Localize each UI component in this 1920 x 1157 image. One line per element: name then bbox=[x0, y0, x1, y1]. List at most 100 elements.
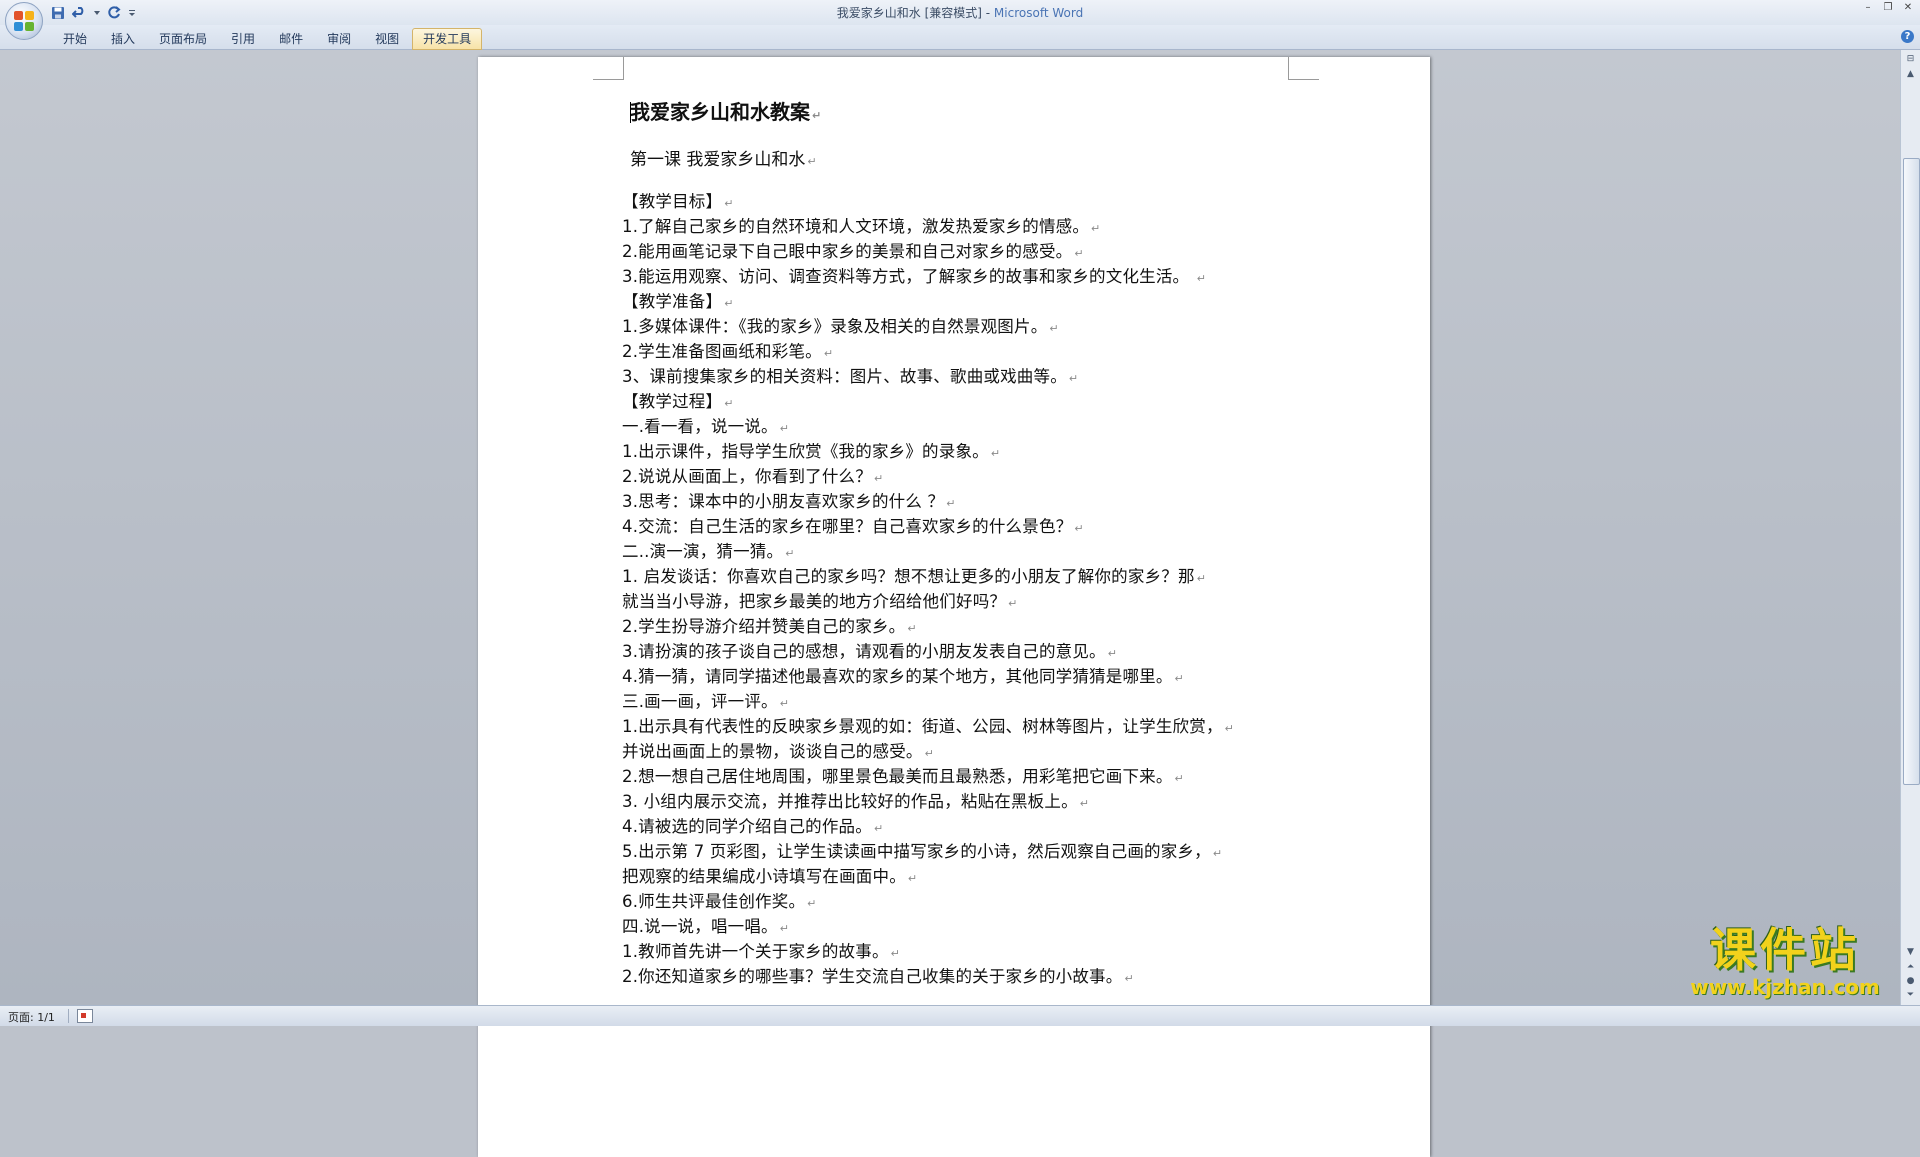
scroll-up-icon[interactable]: ▲ bbox=[1904, 68, 1917, 81]
document-line: 三.画一画，评一评。 ↵ bbox=[622, 692, 790, 711]
paragraph-mark: ↵ bbox=[1174, 672, 1184, 685]
paragraph-mark: ↵ bbox=[873, 822, 884, 835]
paragraph-mark: ↵ bbox=[779, 422, 790, 435]
document-line: 1.教师首先讲一个关于家乡的故事。 ↵ bbox=[622, 942, 901, 961]
document-line: 2.学生扮导游介绍并赞美自己的家乡。 ↵ bbox=[622, 617, 917, 636]
paragraph-mark: ↵ bbox=[1124, 972, 1134, 985]
paragraph-mark: ↵ bbox=[812, 109, 822, 122]
document-line: 【教学准备】 ↵ bbox=[622, 292, 734, 311]
paragraph-mark: ↵ bbox=[1091, 222, 1101, 235]
paragraph-mark: ↵ bbox=[724, 197, 734, 210]
document-line: 4.猜一猜，请同学描述他最喜欢的家乡的某个地方，其他同学猜猜是哪里。 ↵ bbox=[622, 667, 1184, 686]
text-cursor bbox=[630, 102, 631, 123]
status-bar: 页面: 1/1 bbox=[0, 1005, 1920, 1026]
crop-mark-top-right bbox=[1288, 57, 1319, 80]
paragraph-mark: ↵ bbox=[1196, 572, 1207, 585]
document-line: 四.说一说，唱一唱。 ↵ bbox=[622, 917, 790, 936]
office-button[interactable] bbox=[5, 2, 43, 40]
document-line: 2.你还知道家乡的哪些事？学生交流自己收集的关于家乡的小故事。 ↵ bbox=[622, 967, 1134, 986]
document-line: 1.了解自己家乡的自然环境和人文环境，激发热爱家乡的情感。 ↵ bbox=[622, 217, 1101, 236]
scroll-thumb[interactable] bbox=[1903, 158, 1920, 785]
document-line: 就当当小导游，把家乡最美的地方介绍给他们好吗？ ↵ bbox=[622, 592, 1018, 611]
status-separator bbox=[68, 1009, 69, 1023]
select-browse-object-icon[interactable]: ● bbox=[1904, 975, 1917, 988]
paragraph-mark: ↵ bbox=[779, 697, 790, 710]
ribbon-tab[interactable]: 邮件 bbox=[268, 28, 314, 50]
ribbon-tabs: 开始 插入 页面布局 引用 邮件 审阅 视图 开发工具 bbox=[52, 28, 483, 50]
paragraph-mark: ↵ bbox=[924, 747, 935, 760]
document-line: 3.请扮演的孩子谈自己的感想，请观看的小朋友发表自己的意见。 ↵ bbox=[622, 642, 1118, 661]
restore-icon[interactable]: ❐ bbox=[1882, 2, 1894, 14]
paragraph-mark: ↵ bbox=[1196, 272, 1207, 285]
paragraph-mark: ↵ bbox=[1079, 797, 1090, 810]
document-lines: 【教学目标】 ↵ 1.了解自己家乡的自然环境和人文环境，激发热爱家乡的情感。 ↵ 2.能… bbox=[622, 189, 1302, 989]
document-line: 【教学目标】 ↵ bbox=[622, 192, 734, 211]
document-line: 2.能用画笔记录下自己眼中家乡的美景和自己对家乡的感受。 ↵ bbox=[622, 242, 1084, 261]
document-line: 6.师生共评最佳创作奖。 ↵ bbox=[622, 892, 817, 911]
document-line: 2.想一想自己居住地周围，哪里景色最美而且最熟悉，用彩笔把它画下来。 ↵ bbox=[622, 767, 1184, 786]
paragraph-mark: ↵ bbox=[1074, 247, 1084, 260]
paragraph-mark: ↵ bbox=[1224, 722, 1235, 735]
previous-page-icon[interactable]: ⏶ bbox=[1904, 961, 1917, 974]
paragraph-mark: ↵ bbox=[724, 397, 734, 410]
document-line: 4.请被选的同学介绍自己的作品。 ↵ bbox=[622, 817, 884, 836]
document-line: 4.交流：自己生活的家乡在哪里？自己喜欢家乡的什么景色？ ↵ bbox=[622, 517, 1084, 536]
paragraph-mark: ↵ bbox=[1074, 522, 1084, 535]
scroll-down-icon[interactable]: ▼ bbox=[1904, 946, 1917, 959]
document-line: 1. 启发谈话：你喜欢自己的家乡吗？想不想让更多的小朋友了解你的家乡？那 ↵ bbox=[622, 567, 1207, 586]
crop-mark-top-left bbox=[593, 57, 624, 80]
paragraph-mark: ↵ bbox=[779, 922, 790, 935]
help-icon[interactable]: ? bbox=[1901, 30, 1914, 43]
paragraph-mark: ↵ bbox=[1049, 322, 1059, 335]
page-count[interactable]: 页面: 1/1 bbox=[8, 1009, 55, 1025]
lesson-title: 第一课 我爱家乡山和水 ↵ bbox=[630, 150, 817, 170]
paragraph-mark: ↵ bbox=[1008, 597, 1018, 610]
paragraph-mark: ↵ bbox=[823, 347, 834, 360]
paragraph-mark: ↵ bbox=[724, 297, 734, 310]
close-icon[interactable]: ✕ bbox=[1902, 2, 1914, 14]
ribbon-tab[interactable]: 开始 bbox=[52, 28, 98, 50]
paragraph-mark: ↵ bbox=[990, 447, 1001, 460]
minimize-icon[interactable]: – bbox=[1862, 2, 1874, 14]
ribbon-tab[interactable]: 开发工具 bbox=[412, 28, 483, 50]
document-line: 【教学过程】 ↵ bbox=[622, 392, 734, 411]
document-workspace: 我爱家乡山和水教案 ↵ 第一课 我爱家乡山和水 ↵ 【教学目标】 ↵ 1.了解自己家乡的… bbox=[0, 50, 1900, 1157]
paragraph-mark: ↵ bbox=[1174, 772, 1184, 785]
watermark-url: www.kjzhan.com bbox=[1690, 975, 1880, 999]
window-title: 我爱家乡山和水 [兼容模式] - Microsoft Word bbox=[0, 4, 1920, 21]
window-controls: – ❐ ✕ bbox=[1862, 2, 1914, 14]
ribbon-tab[interactable]: 插入 bbox=[100, 28, 146, 50]
ribbon-tab[interactable]: 引用 bbox=[220, 28, 266, 50]
paragraph-mark: ↵ bbox=[946, 497, 956, 510]
document-name: 我爱家乡山和水 [兼容模式] - bbox=[836, 6, 994, 20]
title-bar: 我爱家乡山和水 [兼容模式] - Microsoft Word – ❐ ✕ bbox=[0, 0, 1920, 25]
document-line: 3. 小组内展示交流，并推荐出比较好的作品，粘贴在黑板上。 ↵ bbox=[622, 792, 1090, 811]
document-line: 1.多媒体课件：《我的家乡》录象及相关的自然景观图片。 ↵ bbox=[622, 317, 1059, 336]
paragraph-mark: ↵ bbox=[873, 472, 884, 485]
app-name: Microsoft Word bbox=[993, 6, 1084, 20]
next-page-icon[interactable]: ⏷ bbox=[1904, 989, 1917, 1002]
document-line: 1.出示课件，指导学生欣赏《我的家乡》的录象。 ↵ bbox=[622, 442, 1001, 461]
document-body[interactable]: 我爱家乡山和水教案 ↵ 第一课 我爱家乡山和水 ↵ 【教学目标】 ↵ 1.了解自己家乡的… bbox=[622, 97, 1302, 989]
vertical-scrollbar[interactable]: ⊟ ▲ ▼ ⏶ ● ⏷ bbox=[1900, 50, 1920, 1005]
document-line: 把观察的结果编成小诗填写在画面中。 ↵ bbox=[622, 867, 918, 886]
ribbon-tab[interactable]: 审阅 bbox=[316, 28, 362, 50]
paragraph-mark: ↵ bbox=[807, 155, 817, 168]
office-logo-icon bbox=[14, 11, 34, 31]
document-page[interactable]: 我爱家乡山和水教案 ↵ 第一课 我爱家乡山和水 ↵ 【教学目标】 ↵ 1.了解自己家乡的… bbox=[478, 57, 1430, 1157]
paragraph-mark: ↵ bbox=[1068, 372, 1079, 385]
paragraph-mark: ↵ bbox=[807, 897, 817, 910]
ribbon-tab[interactable]: 页面布局 bbox=[148, 28, 218, 50]
document-line: 2.学生准备图画纸和彩笔。 ↵ bbox=[622, 342, 834, 361]
proofing-status-icon[interactable] bbox=[77, 1009, 93, 1023]
document-line: 一.看一看，说一说。 ↵ bbox=[622, 417, 790, 436]
document-line: 1.出示具有代表性的反映家乡景观的如：街道、公园、树林等图片，让学生欣赏， ↵ bbox=[622, 717, 1235, 736]
document-line: 3.思考：课本中的小朋友喜欢家乡的什么 ？ ↵ bbox=[622, 492, 956, 511]
ribbon-tab-row: 开始 插入 页面布局 引用 邮件 审阅 视图 开发工具 ? bbox=[0, 25, 1920, 50]
paragraph-mark: ↵ bbox=[907, 622, 917, 635]
ribbon-tab[interactable]: 视图 bbox=[364, 28, 410, 50]
document-line: 二..演一演，猜一猜。 ↵ bbox=[622, 542, 795, 561]
document-line: 3.能运用观察、访问、调查资料等方式，了解家乡的故事和家乡的文化生活。 ↵ bbox=[622, 267, 1207, 286]
paragraph-mark: ↵ bbox=[907, 872, 918, 885]
view-ruler-icon[interactable]: ⊟ bbox=[1904, 53, 1917, 66]
